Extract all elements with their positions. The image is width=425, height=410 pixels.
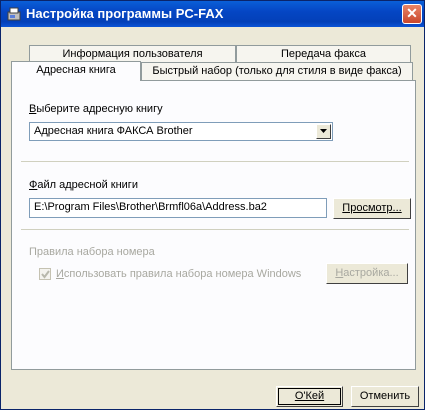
address-book-file-label: Файл адресной книги bbox=[29, 179, 138, 191]
address-book-select[interactable]: Адресная книга ФАКСА Brother bbox=[29, 122, 333, 141]
window-title: Настройка программы PC-FAX bbox=[26, 6, 224, 21]
tab-label: Передача факса bbox=[281, 48, 366, 60]
separator bbox=[21, 161, 409, 162]
close-icon: ✕ bbox=[406, 5, 418, 21]
pc-fax-icon bbox=[6, 6, 22, 22]
ok-button-label: О'Кей bbox=[294, 390, 325, 402]
browse-button[interactable]: Просмотр... bbox=[333, 198, 411, 219]
select-address-book-label: Выберите адресную книгу bbox=[29, 103, 163, 115]
address-book-select-value: Адресная книга ФАКСА Brother bbox=[34, 125, 193, 137]
address-book-file-label-text: айл адресной книги bbox=[37, 179, 138, 191]
dialing-rules-label: Правила набора номера bbox=[29, 246, 155, 258]
title-bar[interactable]: Настройка программы PC-FAX ✕ bbox=[1, 1, 424, 27]
dialing-rules-checkbox[interactable] bbox=[39, 268, 51, 280]
dialing-rules-checkbox-label-text: спользовать правила набора номера Window… bbox=[63, 268, 302, 280]
dropdown-button[interactable] bbox=[316, 124, 331, 139]
tab-fax-sending[interactable]: Передача факса bbox=[236, 45, 411, 62]
separator bbox=[21, 229, 409, 230]
tab-label: Информация пользователя bbox=[62, 48, 203, 60]
tab-label: Адресная книга bbox=[36, 64, 116, 76]
settings-button-label: Настройка... bbox=[335, 267, 399, 279]
cancel-button[interactable]: Отменить bbox=[351, 386, 419, 407]
tab-label: Быстрый набор (только для стиля в виде ф… bbox=[152, 65, 402, 77]
settings-button[interactable]: Настройка... bbox=[326, 263, 408, 284]
tab-speed-dial[interactable]: Быстрый набор (только для стиля в виде ф… bbox=[141, 62, 413, 80]
dialog-window: Настройка программы PC-FAX ✕ Информация … bbox=[0, 0, 425, 410]
dialing-rules-checkbox-label: Использовать правила набора номера Windo… bbox=[56, 268, 302, 280]
settings-button-label-text: астройка... bbox=[343, 267, 399, 279]
ok-button[interactable]: О'Кей bbox=[276, 386, 343, 407]
cancel-button-label: Отменить bbox=[359, 390, 411, 402]
address-book-panel: Выберите адресную книгу Адресная книга Ф… bbox=[11, 80, 416, 370]
chevron-down-icon bbox=[320, 129, 327, 133]
close-button[interactable]: ✕ bbox=[402, 4, 422, 24]
browse-button-label: Просмотр... bbox=[342, 202, 402, 214]
address-book-file-field[interactable]: E:\Program Files\Brother\Brmfl06a\Addres… bbox=[29, 198, 327, 218]
checkmark-icon bbox=[41, 270, 50, 279]
select-address-book-label-text: ыберите адресную книгу bbox=[36, 103, 163, 115]
tab-address-book[interactable]: Адресная книга bbox=[11, 61, 141, 81]
tab-user-info[interactable]: Информация пользователя bbox=[29, 45, 236, 62]
